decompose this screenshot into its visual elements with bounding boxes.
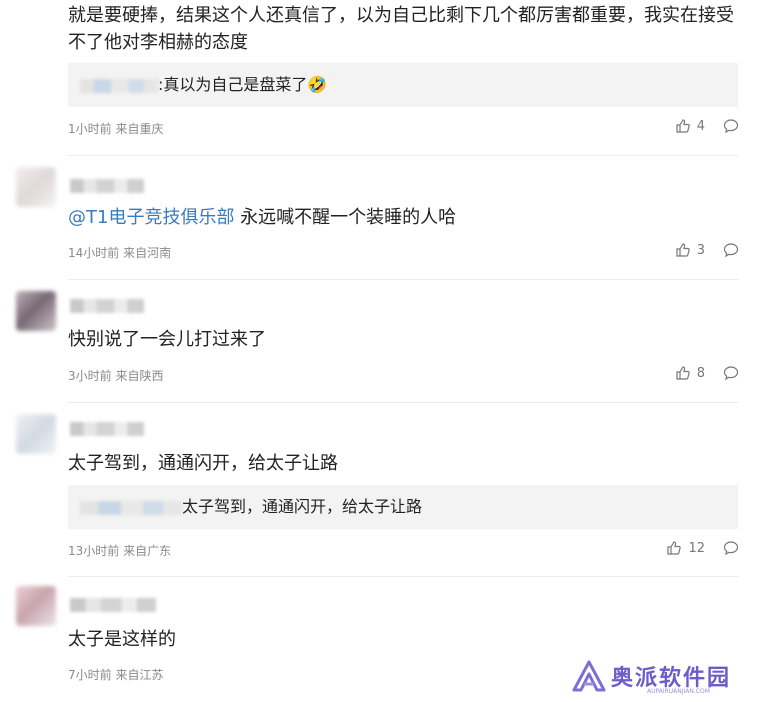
like-count: 4 xyxy=(696,118,705,134)
username[interactable] xyxy=(70,422,144,436)
avatar[interactable] xyxy=(16,167,56,207)
comment-item: 就是要硬捧，结果这个人还真信了，以为自己比剩下几个都厉害都重要，我实在接受不了他… xyxy=(0,0,759,155)
comment-item: @T1电子竞技俱乐部 永远喊不醒一个装睡的人哈 14小时前 来自河南 3 xyxy=(0,155,759,279)
thumbs-up-icon[interactable] xyxy=(675,118,691,134)
comment-meta: 13小时前 来自广东 xyxy=(68,544,172,558)
comment-actions: 8 xyxy=(675,365,739,381)
speech-bubble-icon[interactable] xyxy=(723,540,739,556)
reply-text: 太子驾到，通通闪开，给太子让路 xyxy=(182,497,423,516)
reply-text: :真以为自己是盘菜了🤣 xyxy=(158,75,328,94)
reply-quote: :真以为自己是盘菜了🤣 xyxy=(68,63,738,107)
watermark-subtext: AUPAIRUANJIAN.COM xyxy=(647,688,710,695)
reply-quote: 太子驾到，通通闪开，给太子让路 xyxy=(68,485,738,529)
watermark-logo: 奥派软件园 AUPAIRUANJIAN.COM xyxy=(571,660,731,695)
comment-item: 快别说了一会儿打过来了 3小时前 来自陕西 8 xyxy=(0,279,759,402)
comment-meta: 3小时前 来自陕西 xyxy=(68,369,164,383)
comment-item: 太子驾到，通通闪开，给太子让路 太子驾到，通通闪开，给太子让路 13小时前 来自… xyxy=(0,402,759,576)
comment-meta: 7小时前 来自江苏 xyxy=(68,668,164,682)
comment-text: 快别说了一会儿打过来了 xyxy=(68,329,266,350)
comment-meta: 1小时前 来自重庆 xyxy=(68,122,164,136)
comment-text: 太子是这样的 xyxy=(68,629,176,650)
thumbs-up-icon[interactable] xyxy=(675,242,691,258)
thumbs-up-icon[interactable] xyxy=(666,540,682,556)
speech-bubble-icon[interactable] xyxy=(723,365,739,381)
comment-text: @T1电子竞技俱乐部 永远喊不醒一个装睡的人哈 xyxy=(68,207,457,228)
comment-actions: 12 xyxy=(666,540,739,556)
username[interactable] xyxy=(70,299,144,313)
username[interactable] xyxy=(70,179,144,193)
avatar[interactable] xyxy=(16,414,56,454)
speech-bubble-icon[interactable] xyxy=(723,118,739,134)
comment-actions: 4 xyxy=(675,118,739,134)
like-count: 3 xyxy=(696,242,705,258)
avatar[interactable] xyxy=(16,291,56,331)
like-count: 12 xyxy=(688,540,705,556)
comment-text: 就是要硬捧，结果这个人还真信了，以为自己比剩下几个都厉害都重要，我实在接受不了他… xyxy=(68,5,734,53)
reply-username[interactable] xyxy=(80,78,158,93)
comment-actions: 3 xyxy=(675,242,739,258)
thumbs-up-icon[interactable] xyxy=(675,365,691,381)
like-count: 8 xyxy=(696,365,705,381)
comment-text: 太子驾到，通通闪开，给太子让路 xyxy=(68,453,338,474)
speech-bubble-icon[interactable] xyxy=(723,242,739,258)
mention-link[interactable]: @T1电子竞技俱乐部 xyxy=(68,207,234,228)
watermark-a-icon xyxy=(572,660,606,692)
comment-meta: 14小时前 来自河南 xyxy=(68,246,172,260)
avatar[interactable] xyxy=(16,586,56,626)
username[interactable] xyxy=(70,598,156,612)
reply-username[interactable] xyxy=(80,500,182,515)
